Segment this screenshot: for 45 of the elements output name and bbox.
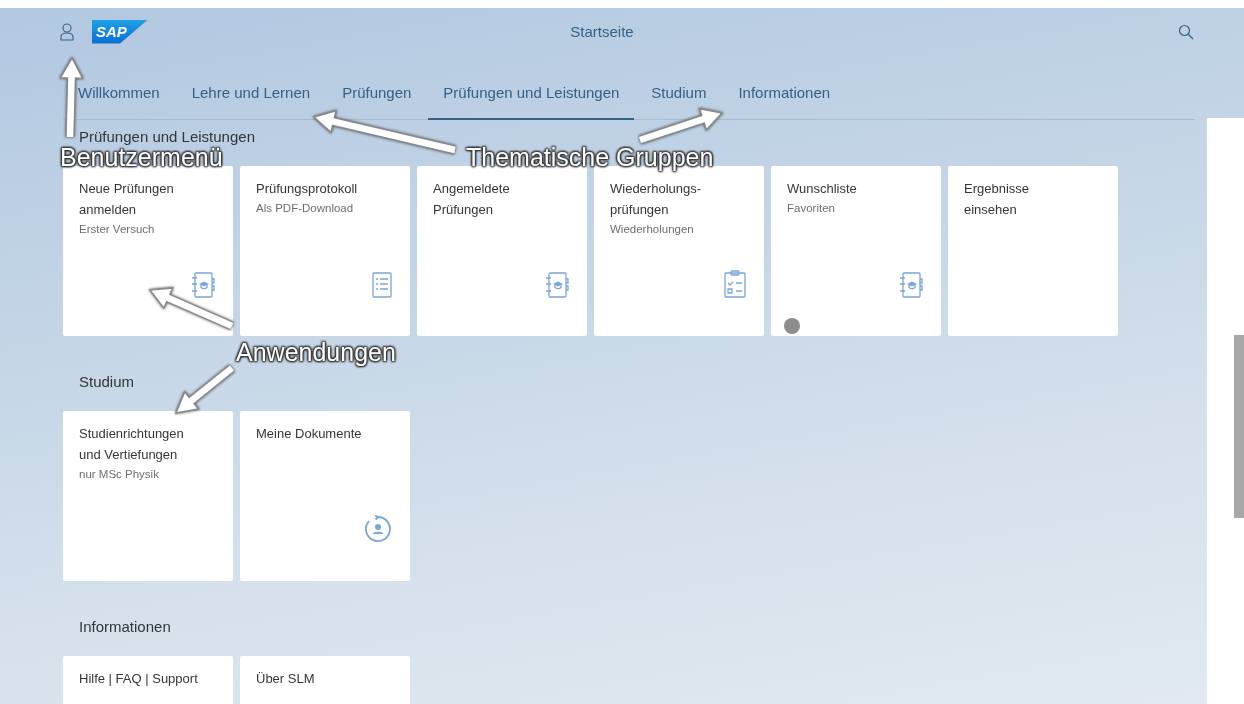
page-title: Startseite xyxy=(569,23,635,40)
tile-title: Angemeldete Prüfungen xyxy=(433,180,510,219)
group-tab[interactable]: Informationen xyxy=(723,80,846,120)
tile-subtitle: Favoriten xyxy=(787,201,835,216)
group-tab[interactable]: Prüfungen xyxy=(327,80,427,120)
annotation-arrow xyxy=(174,364,235,414)
app-tile[interactable]: Studienrichtungen und Vertiefungen nur MSc Physik xyxy=(63,411,233,581)
app-tile[interactable]: Meine Dokumente xyxy=(240,411,410,581)
person-sync-icon xyxy=(364,515,392,543)
app-tile[interactable]: Wunschliste Favoriten xyxy=(771,166,941,336)
logo[interactable]: SAP xyxy=(92,19,148,44)
group-tab[interactable]: Studium xyxy=(636,80,722,120)
tile-subtitle: Als PDF-Download xyxy=(256,201,354,216)
group-title: Prüfungen und Leistungen xyxy=(78,127,256,147)
tile-title: Hilfe | FAQ | Support xyxy=(79,670,198,688)
app-tile[interactable]: Angemeldete Prüfungen xyxy=(417,166,587,336)
list-document-icon xyxy=(372,272,392,298)
tile-subtitle: nur MSc Physik xyxy=(79,467,159,482)
tile-title: Meine Dokumente xyxy=(256,425,362,443)
notebook-icon xyxy=(899,272,923,298)
tile-title: Neue Prüfungen anmelden xyxy=(79,180,174,219)
group-title: Informationen xyxy=(78,617,172,637)
group-tab[interactable]: Prüfungen und Leistungen xyxy=(428,80,635,120)
tile-title: Ergebnisse einsehen xyxy=(964,180,1030,219)
tile-title: Über SLM xyxy=(256,670,315,688)
group-tab[interactable]: Lehre und Lernen xyxy=(176,80,326,120)
notebook-icon xyxy=(545,272,569,298)
app-tile[interactable]: Prüfungsprotokoll Als PDF-Download xyxy=(240,166,410,336)
scrollbar-thumb[interactable] xyxy=(1234,335,1244,518)
notebook-icon xyxy=(191,272,215,298)
tile-title: Wunschliste xyxy=(787,180,857,198)
tile-subtitle: Wiederholungen xyxy=(610,222,694,237)
app-tile[interactable]: Neue Prüfungen anmelden Erster Versuch xyxy=(63,166,233,336)
app-tile[interactable]: Hilfe | FAQ | Support xyxy=(63,656,233,704)
tile-title: Prüfungsprotokoll xyxy=(256,180,358,198)
tile-title: Studienrichtungen und Vertiefungen xyxy=(79,425,184,464)
app-tile[interactable]: Über SLM xyxy=(240,656,410,704)
tile-title: Wiederholungs- prüfungen xyxy=(610,180,702,219)
app-tile[interactable]: Ergebnisse einsehen xyxy=(948,166,1118,336)
annotation-label: Anwendungen xyxy=(236,339,396,365)
user-icon[interactable] xyxy=(58,20,76,43)
group-tab[interactable]: Willkommen xyxy=(63,80,175,120)
tile-subtitle: Erster Versuch xyxy=(79,222,155,237)
clipboard-checklist-icon xyxy=(724,270,746,298)
group-title: Studium xyxy=(78,372,136,392)
